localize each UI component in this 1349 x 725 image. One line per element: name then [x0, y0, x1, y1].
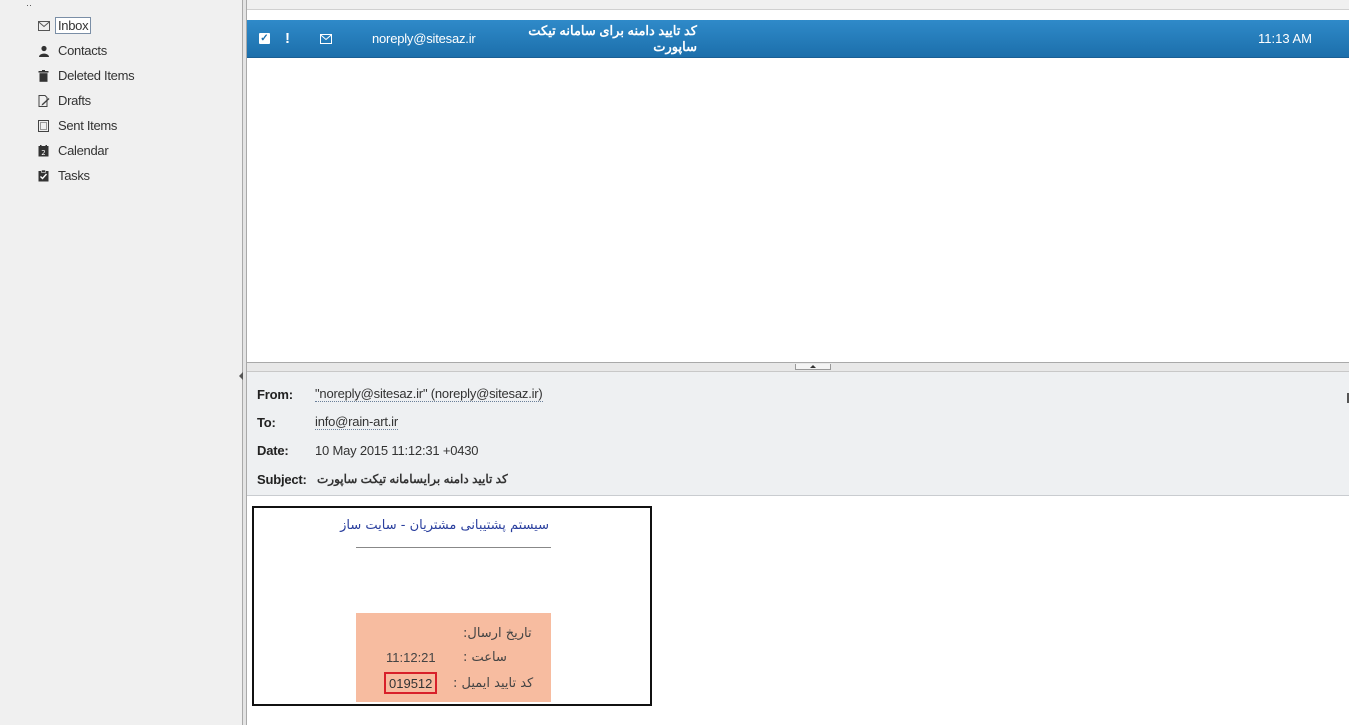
subject-label: Subject:	[257, 471, 307, 487]
checkbox[interactable]: ✓	[259, 20, 270, 57]
header-subject-row: Subject: کد تایید دامنه برایسامانه تیکت …	[257, 467, 508, 491]
to-address[interactable]: info@rain-art.ir	[315, 414, 398, 430]
header-date-row: Date: 10 May 2015 11:12:31 +0430	[257, 438, 479, 462]
code-label: کد تایید ایمیل :	[453, 675, 534, 691]
header-from-row: From: "noreply@sitesaz.ir" (noreply@site…	[257, 382, 543, 406]
calendar-icon: 2	[38, 144, 58, 157]
message-header: From: "noreply@sitesaz.ir" (noreply@site…	[247, 372, 1349, 496]
folder-label: Contacts	[58, 43, 107, 58]
folder-label: Calendar	[58, 143, 109, 158]
folder-item-sent-items[interactable]: Sent Items	[38, 113, 134, 138]
folder-item-inbox[interactable]: Inbox	[38, 13, 134, 38]
folder-label: Tasks	[58, 168, 90, 183]
trash-icon	[38, 69, 58, 82]
person-icon	[38, 45, 58, 57]
message-list: ✓ ! noreply@sitesaz.ir کد تایید دامنه بر…	[247, 10, 1349, 362]
send-time-label: ساعت :	[463, 649, 507, 665]
draft-icon	[38, 94, 58, 107]
envelope-icon	[320, 20, 332, 57]
list-header-strip	[247, 0, 1349, 10]
from-label: From:	[257, 386, 293, 402]
message-body: سیستم پشتیبانی مشتریان - سایت ساز تاریخ …	[252, 506, 652, 706]
folder-item-tasks[interactable]: Tasks	[38, 163, 134, 188]
checkmark-icon: ✓	[259, 33, 270, 44]
to-label: To:	[257, 414, 276, 430]
date-label: Date:	[257, 442, 289, 458]
folder-label: Drafts	[58, 93, 91, 108]
code-value-wrap: 019512	[384, 672, 438, 694]
message-row[interactable]: ✓ ! noreply@sitesaz.ir کد تایید دامنه بر…	[247, 20, 1349, 58]
folder-item-drafts[interactable]: Drafts	[38, 88, 134, 113]
body-title: سیستم پشتیبانی مشتریان - سایت ساز	[340, 518, 549, 533]
subject-value: کد تایید دامنه برایسامانه تیکت ساپورت	[317, 472, 508, 486]
horizontal-splitter[interactable]	[247, 362, 1349, 372]
pane-grip: ‥	[26, 0, 33, 8]
info-box: تاریخ ارسال: ساعت : 11:12:21 کد تایید ای…	[356, 613, 551, 702]
folder-pane: ‥ Inbox Contacts Deleted Items Drafts Se…	[0, 0, 242, 725]
folder-item-calendar[interactable]: 2 Calendar	[38, 138, 134, 163]
send-date-label: تاریخ ارسال:	[463, 625, 532, 641]
tasks-icon	[38, 169, 58, 182]
divider	[356, 547, 551, 548]
date-value: 10 May 2015 11:12:31 +0430	[315, 442, 479, 458]
splitter-handle[interactable]	[795, 364, 831, 370]
message-sender: noreply@sitesaz.ir	[372, 31, 476, 46]
folder-item-deleted-items[interactable]: Deleted Items	[38, 63, 135, 88]
importance-icon: !	[285, 30, 290, 47]
sent-icon	[38, 119, 58, 132]
folder-list: Inbox Contacts Deleted Items Drafts Sent…	[38, 13, 135, 188]
from-address[interactable]: "noreply@sitesaz.ir" (noreply@sitesaz.ir…	[315, 386, 543, 402]
svg-text:2: 2	[41, 149, 45, 157]
folder-item-contacts[interactable]: Contacts	[38, 38, 134, 63]
folder-label: Sent Items	[58, 118, 118, 133]
send-time-value: 11:12:21	[386, 649, 436, 665]
folder-label: Inbox	[55, 17, 92, 34]
header-to-row: To: info@rain-art.ir	[257, 410, 398, 434]
message-time: 11:13 AM	[1258, 31, 1312, 46]
message-subject: کد تایید دامنه برای سامانه تیکت ساپورت	[528, 22, 697, 54]
verification-code: 019512	[384, 672, 438, 694]
folder-label: Deleted Items	[58, 68, 135, 83]
up-arrow-icon	[810, 365, 816, 368]
collapse-arrow-icon[interactable]	[239, 372, 243, 380]
